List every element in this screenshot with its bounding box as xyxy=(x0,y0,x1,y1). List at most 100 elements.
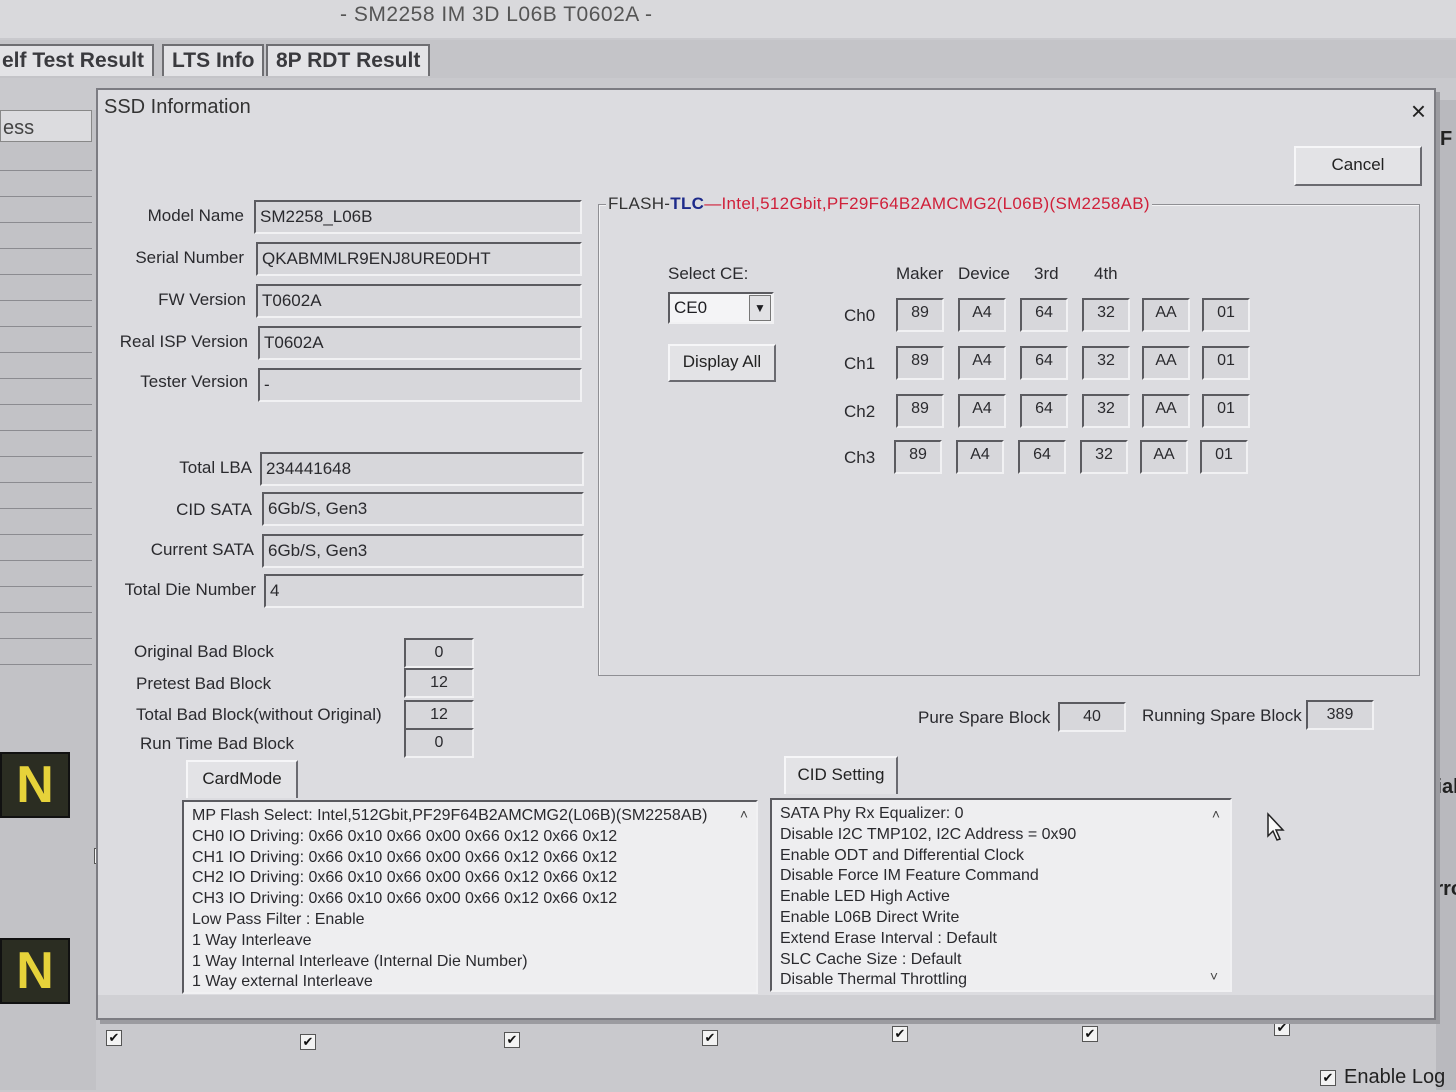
cid-sata-field: 6Gb/S, Gen3 xyxy=(262,492,584,526)
tab-8p-rdt-result[interactable]: 8P RDT Result xyxy=(266,44,431,76)
ch3-id-cell: 64 xyxy=(1018,440,1066,474)
cardmode-line: MP Flash Select: Intel,512Gbit,PF29F64B2… xyxy=(192,807,708,824)
column-device: Device xyxy=(958,264,1010,283)
select-ce-dropdown[interactable]: CE0 ▼ xyxy=(668,292,774,324)
port-checkbox[interactable]: ✔ xyxy=(892,1026,908,1042)
total-die-number-field: 4 xyxy=(264,574,584,608)
cid-line: Extend Erase Interval : Default xyxy=(780,929,997,947)
row-divider xyxy=(0,222,92,223)
cardmode-line: CH2 IO Driving: 0x66 0x10 0x66 0x00 0x66… xyxy=(192,869,618,887)
row-divider xyxy=(0,508,92,509)
current-sata-label: Current SATA xyxy=(150,540,254,559)
ch0-id-cell: AA xyxy=(1142,298,1190,332)
ch2-id-cell: A4 xyxy=(958,394,1006,428)
right-panel xyxy=(1436,100,1456,1090)
cid-line: Disable I2C TMP102, I2C Address = 0x90 xyxy=(780,825,1077,843)
ch0-id-cell: 01 xyxy=(1202,298,1250,332)
model-name-label: Model Name xyxy=(147,206,244,225)
ch3-id-cell: 01 xyxy=(1200,440,1248,474)
cardmode-line: Low Pass Filter : Enable xyxy=(192,910,365,928)
dialog-bottom-strip xyxy=(98,995,1434,1018)
scroll-down-icon[interactable]: ˅ xyxy=(1210,968,1218,984)
pure-spare-block-field: 40 xyxy=(1058,702,1126,732)
port-checkbox[interactable]: ✔ xyxy=(300,1034,316,1050)
row-divider xyxy=(0,404,92,405)
select-ce-label: Select CE: xyxy=(668,264,749,283)
ch2-id-cell: 32 xyxy=(1082,394,1130,428)
cardmode-line: CH3 IO Driving: 0x66 0x10 0x66 0x00 0x66… xyxy=(192,890,618,908)
ch0-id-cell: 32 xyxy=(1082,298,1130,332)
real-isp-version-field: T0602A xyxy=(258,326,582,360)
ch2-label: Ch2 xyxy=(844,402,876,421)
ch3-id-cell: AA xyxy=(1140,440,1188,474)
real-isp-version-label: Real ISP Version xyxy=(119,332,248,351)
ch1-id-cell: 32 xyxy=(1082,346,1130,380)
tester-version-label: Tester Version xyxy=(140,372,248,391)
flash-type: TLC xyxy=(670,194,705,213)
model-name-field: SM2258_L06B xyxy=(254,200,582,234)
column-3rd: 3rd xyxy=(1034,264,1059,283)
display-all-button[interactable]: Display All xyxy=(668,344,776,382)
ch1-id-cell: AA xyxy=(1142,346,1190,380)
enable-log-label: Enable Log xyxy=(1344,1066,1446,1088)
cardmode-line: CH1 IO Driving: 0x66 0x10 0x66 0x00 0x66… xyxy=(192,848,618,866)
chevron-down-icon[interactable]: ▼ xyxy=(749,295,771,321)
row-divider xyxy=(0,378,92,379)
row-divider xyxy=(0,612,92,613)
fw-version-label: FW Version xyxy=(158,290,246,309)
tab-lts-info[interactable]: LTS Info xyxy=(162,44,265,76)
pretest-bad-block-field: 12 xyxy=(404,668,474,698)
run-time-bad-block-label: Run Time Bad Block xyxy=(140,734,295,753)
cardmode-line: 1 Way Interleave xyxy=(192,931,312,949)
ch0-label: Ch0 xyxy=(844,306,876,325)
cardmode-line: 1 Way Internal Interleave (Internal Die … xyxy=(192,952,528,970)
row-divider xyxy=(0,638,92,639)
cid-line: SATA Phy Rx Equalizer: 0 xyxy=(780,805,964,822)
total-bad-block-label: Total Bad Block(without Original) xyxy=(136,705,382,724)
flash-description: —Intel,512Gbit,PF29F64B2AMCMG2(L06B)(SM2… xyxy=(704,194,1150,213)
total-lba-field: 234441648 xyxy=(260,452,584,486)
cancel-button[interactable]: Cancel xyxy=(1294,146,1422,186)
enable-log-checkbox[interactable]: ✔ xyxy=(1320,1070,1336,1086)
cid-line: Enable LED High Active xyxy=(780,888,950,906)
cid-setting-textarea[interactable]: SATA Phy Rx Equalizer: 0 Disable I2C TMP… xyxy=(770,798,1232,992)
scroll-up-icon[interactable]: ˄ xyxy=(740,806,748,822)
row-divider xyxy=(0,586,92,587)
cardmode-textarea[interactable]: MP Flash Select: Intel,512Gbit,PF29F64B2… xyxy=(182,800,758,994)
ch3-id-cell: 89 xyxy=(894,440,942,474)
mouse-cursor-icon xyxy=(1267,812,1285,841)
ch1-id-cell: 89 xyxy=(896,346,944,380)
cardmode-line: 1 Way external Interleave xyxy=(192,973,373,991)
fw-version-field: T0602A xyxy=(256,284,582,318)
app-tab-strip: elf Test Result LTS Info 8P RDT Result xyxy=(0,40,1456,78)
port-checkbox[interactable]: ✔ xyxy=(1274,1020,1290,1036)
running-spare-block-field: 389 xyxy=(1306,700,1374,730)
serial-number-field: QKABMMLR9ENJ8URE0DHT xyxy=(256,242,582,276)
port-checkbox[interactable]: ✔ xyxy=(504,1032,520,1048)
ch1-id-cell: A4 xyxy=(958,346,1006,380)
cid-sata-label: CID SATA xyxy=(176,500,252,519)
port-checkbox[interactable]: ✔ xyxy=(1082,1026,1098,1042)
original-bad-block-label: Original Bad Block xyxy=(134,642,274,661)
close-icon[interactable]: × xyxy=(1411,96,1426,127)
ch0-id-cell: A4 xyxy=(958,298,1006,332)
left-column-header: ess xyxy=(0,110,92,142)
scroll-up-icon[interactable]: ˄ xyxy=(1212,806,1220,822)
serial-number-label: Serial Number xyxy=(135,248,244,267)
port-checkbox[interactable]: ✔ xyxy=(702,1030,718,1046)
ch1-label: Ch1 xyxy=(844,354,876,373)
row-divider xyxy=(0,248,92,249)
cid-line: Disable Thermal Throttling xyxy=(780,971,968,989)
row-divider xyxy=(0,170,92,171)
row-divider xyxy=(0,196,92,197)
tab-cid-setting[interactable]: CID Setting xyxy=(784,756,898,794)
tab-self-test-result[interactable]: elf Test Result xyxy=(0,44,154,76)
port-checkbox[interactable]: ✔ xyxy=(106,1030,122,1046)
ch2-id-cell: 89 xyxy=(896,394,944,428)
row-divider xyxy=(0,274,92,275)
cid-line: Disable Force IM Feature Command xyxy=(780,867,1039,885)
cid-line: Enable L06B Direct Write xyxy=(780,908,960,926)
row-divider xyxy=(0,352,92,353)
pretest-bad-block-label: Pretest Bad Block xyxy=(136,674,272,693)
tab-cardmode[interactable]: CardMode xyxy=(186,760,298,798)
